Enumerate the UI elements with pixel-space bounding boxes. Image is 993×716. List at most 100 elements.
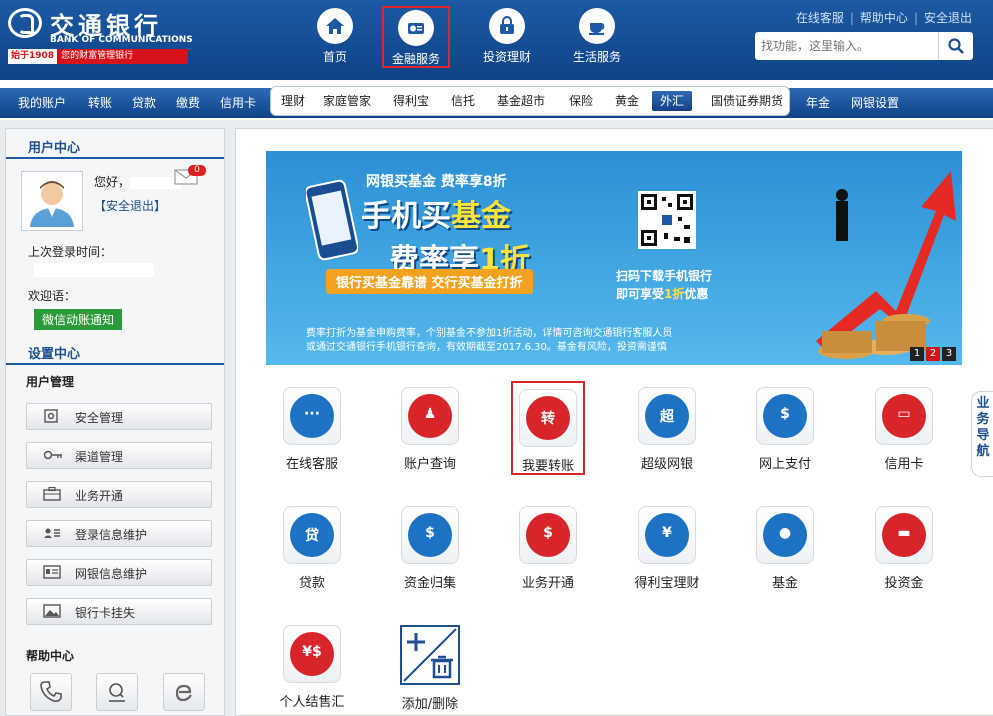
nav-loan[interactable]: 贷款 — [132, 88, 156, 118]
bank-logo[interactable]: 交通银行 BANK OF COMMUNICATIONS 始于1908 您的财富管理… — [6, 6, 206, 66]
top-nav-label: 首页 — [322, 50, 347, 64]
logo-slogan: 始于1908 您的财富管理银行 — [8, 49, 188, 64]
briefcase-money-icon: $ — [519, 506, 577, 564]
safe-icon — [44, 409, 58, 423]
online-service-link[interactable]: 在线客服 — [793, 11, 847, 25]
sub-nav-gold[interactable]: 黄金 — [615, 87, 639, 115]
service-gold-invest[interactable]: ▬ 投资金 — [867, 506, 941, 596]
nav-transfer[interactable]: 转账 — [88, 88, 112, 118]
service-add-remove[interactable]: 添加/删除 — [393, 625, 467, 715]
mailbox[interactable]: 0 — [174, 165, 206, 187]
sub-nav-trust[interactable]: 信托 — [451, 87, 475, 115]
currency-exchange-icon: ¥$ — [283, 625, 341, 683]
top-nav-home[interactable]: 首页 — [300, 6, 370, 68]
welcome-label: 欢迎语： — [28, 289, 77, 303]
card-image-icon — [43, 604, 61, 618]
sub-nav-forex[interactable]: 外汇 — [652, 91, 693, 111]
banner-headline: 手机买基金 费率享1折 — [361, 191, 530, 279]
nav-my-account[interactable]: 我的账户 — [18, 88, 66, 118]
home-icon — [317, 8, 353, 44]
service-label: 在线客服 — [285, 457, 338, 472]
sub-nav-insurance[interactable]: 保险 — [569, 87, 593, 115]
nav-ebank-settings[interactable]: 网银设置 — [851, 88, 899, 118]
service-delibao[interactable]: ¥ 得利宝理财 — [630, 506, 704, 596]
account-user-icon: ♟ — [401, 387, 459, 445]
card-loss-button[interactable]: 银行卡挂失 — [26, 598, 212, 625]
security-mgmt-button[interactable]: 安全管理 — [26, 403, 212, 430]
service-online-support[interactable]: ··· 在线客服 — [275, 387, 349, 477]
top-nav-label: 投资理财 — [482, 50, 531, 64]
help-browser-button[interactable] — [163, 673, 205, 711]
icon-glyph: $ — [543, 525, 553, 541]
last-login-label: 上次登录时间： — [28, 245, 113, 259]
wechat-notify-button[interactable]: 微信动账通知 — [34, 309, 123, 330]
banner-headline-b: 基金 — [451, 199, 511, 234]
help-center-heading: 帮助中心 — [26, 649, 75, 663]
sub-nav-wealth[interactable]: 理财 — [281, 87, 305, 115]
service-account-query[interactable]: ♟ 账户查询 — [393, 387, 467, 477]
help-search-button[interactable] — [96, 673, 138, 711]
user-card-icon — [44, 528, 60, 538]
banner-page-3[interactable]: 3 — [942, 347, 956, 361]
business-nav-tab[interactable]: 业务导航 — [971, 391, 993, 477]
service-fund[interactable]: ● 基金 — [748, 506, 822, 596]
service-credit-card[interactable]: ▭ 信用卡 — [867, 387, 941, 477]
search-button[interactable] — [938, 32, 973, 60]
help-center-link[interactable]: 帮助中心 — [857, 11, 911, 25]
sidebar-logout-link[interactable]: 【安全退出】 — [94, 197, 166, 214]
finance-icon — [398, 10, 434, 46]
service-label: 业务开通 — [521, 576, 574, 591]
search-input[interactable] — [755, 32, 939, 60]
coffee-icon — [579, 8, 615, 44]
plus-trash-icon — [403, 628, 457, 682]
top-nav-finance[interactable]: 金融服务 — [382, 6, 450, 68]
icon-glyph: $ — [780, 406, 790, 422]
service-loan[interactable]: 贷贷款 — [275, 506, 349, 596]
nav-annuity[interactable]: 年金 — [806, 88, 830, 118]
user-center-header: 用户中心 — [6, 133, 224, 159]
banner-scan-line2b: 1折 — [664, 287, 685, 301]
ebank-info-button[interactable]: 网银信息维护 — [26, 559, 212, 586]
service-forex-settlement[interactable]: ¥$ 个人结售汇 — [275, 625, 349, 715]
service-business-open[interactable]: $ 业务开通 — [511, 506, 585, 596]
growth-arrow-icon — [816, 171, 956, 359]
menu-label: 安全管理 — [75, 411, 124, 425]
logo-since: 始于1908 — [8, 49, 58, 64]
sub-nav-delibao[interactable]: 得利宝 — [393, 87, 429, 115]
nav-credit-card[interactable]: 信用卡 — [220, 88, 256, 118]
banner-page-2[interactable]: 2 — [926, 347, 940, 361]
logout-link[interactable]: 安全退出 — [921, 11, 975, 25]
service-fund-collect[interactable]: $ 资金归集 — [393, 506, 467, 596]
icon-glyph: 贷 — [305, 528, 319, 544]
login-info-button[interactable]: 登录信息维护 — [26, 520, 212, 547]
banner-page-1[interactable]: 1 — [910, 347, 924, 361]
sub-nav-family[interactable]: 家庭管家 — [323, 87, 371, 115]
user-mgmt-heading: 用户管理 — [26, 375, 75, 389]
banner-scan-line2a: 即可享受 — [616, 287, 665, 301]
side-tab-text: 业务导航 — [976, 396, 990, 459]
service-super-ebank[interactable]: 超超级网银 — [630, 387, 704, 477]
help-phone-button[interactable] — [30, 673, 72, 711]
sub-nav-fund-market[interactable]: 基金超市 — [497, 87, 545, 115]
phone-icon — [40, 681, 62, 702]
greeting: 您好， — [94, 173, 181, 190]
user-center-title: 用户中心 — [28, 141, 81, 156]
banner-tagline: 银行买基金靠谱 交行买基金打折 — [326, 269, 533, 294]
banner-scan-line2c: 优惠 — [684, 287, 709, 301]
credit-card-icon: ▭ — [875, 387, 933, 445]
money-bag-icon: $ — [401, 506, 459, 564]
service-online-pay[interactable]: $ 网上支付 — [748, 387, 822, 477]
sub-nav-bonds[interactable]: 国债证券期货 — [711, 87, 783, 115]
promo-banner[interactable]: 网银买基金 费率享8折 手机买基金 费率享1折 银行买基金靠谱 交行买基金打折 扫… — [266, 151, 962, 365]
top-nav-life[interactable]: 生活服务 — [562, 6, 632, 68]
nav-payment[interactable]: 缴费 — [176, 88, 200, 118]
business-open-button[interactable]: 业务开通 — [26, 481, 212, 508]
channel-mgmt-button[interactable]: 渠道管理 — [26, 442, 212, 469]
logo-mark-icon — [8, 8, 42, 38]
service-transfer[interactable]: 转我要转账 — [511, 381, 585, 475]
menu-label: 登录信息维护 — [75, 528, 148, 542]
loan-bag-icon: 贷 — [283, 506, 341, 564]
super-ebank-icon: 超 — [638, 387, 696, 445]
add-remove-icon — [400, 625, 460, 685]
top-nav-invest[interactable]: 投资理财 — [472, 6, 542, 68]
